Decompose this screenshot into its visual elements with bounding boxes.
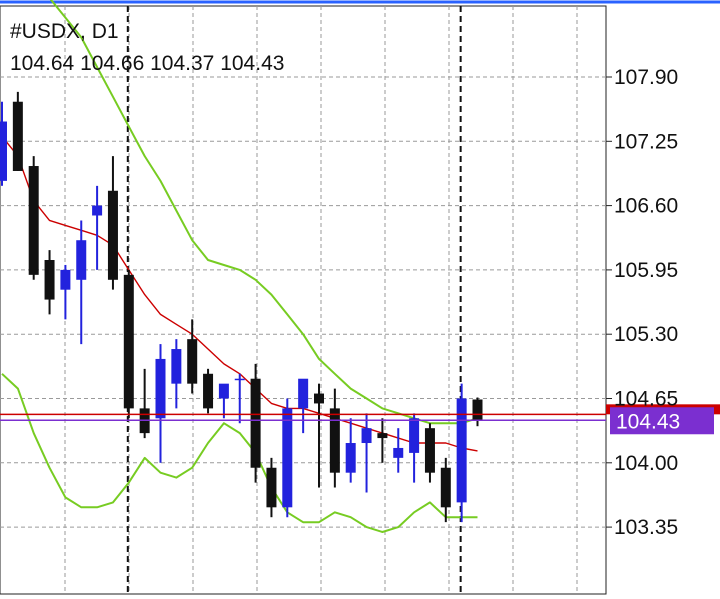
candle-body	[472, 399, 483, 421]
y-axis-tick-label: 104.00	[614, 452, 678, 475]
candle[interactable]	[92, 185, 103, 270]
candle[interactable]	[409, 413, 420, 483]
candle[interactable]	[472, 397, 483, 427]
candle-body	[329, 408, 340, 473]
candle-body	[28, 166, 39, 275]
y-axis-tick-label: 106.60	[614, 195, 678, 218]
candle[interactable]	[361, 413, 372, 493]
candle[interactable]	[424, 423, 435, 483]
candle[interactable]	[107, 156, 118, 290]
candle-body	[393, 447, 404, 458]
candle-body	[250, 378, 261, 468]
candle-body	[424, 428, 435, 473]
candle-body	[345, 443, 356, 473]
candle[interactable]	[171, 339, 182, 409]
candle-body	[123, 274, 134, 409]
candle[interactable]	[393, 428, 404, 473]
candle-body	[171, 349, 182, 384]
price-chart[interactable]: 107.90107.25106.60105.95105.30104.65104.…	[0, 0, 720, 599]
candle[interactable]	[155, 344, 166, 463]
candle-body	[298, 378, 309, 409]
candle-body	[234, 378, 245, 381]
y-axis-tick-label: 107.90	[614, 66, 678, 89]
current-price-badge: 104.43	[610, 407, 714, 435]
candle-body	[203, 373, 214, 409]
candle-body	[12, 101, 23, 171]
y-axis-tick-label: 105.95	[614, 259, 678, 282]
candle[interactable]	[314, 383, 324, 488]
candle-body	[282, 408, 293, 508]
candle[interactable]	[139, 368, 150, 439]
candle-body	[218, 383, 229, 399]
candle[interactable]	[12, 91, 23, 171]
candle-body	[361, 428, 372, 444]
candle[interactable]	[345, 418, 356, 483]
y-axis-tick-label: 103.35	[614, 516, 678, 539]
candle-body	[60, 269, 71, 290]
candle[interactable]	[0, 101, 7, 186]
candle-body	[107, 190, 118, 280]
candle-body	[409, 418, 420, 453]
candle[interactable]	[203, 368, 214, 414]
candle-body	[314, 393, 324, 404]
candle-body	[44, 260, 55, 300]
candle[interactable]	[298, 378, 309, 434]
symbol-timeframe-label: #USDX, D1	[10, 20, 119, 43]
candle[interactable]	[60, 264, 71, 320]
candle-body	[0, 121, 7, 181]
price-badge-label: 104.43	[616, 410, 680, 433]
candle[interactable]	[218, 383, 229, 419]
candle-body	[440, 467, 451, 508]
plot-frame	[0, 5, 607, 595]
candle[interactable]	[76, 220, 87, 345]
candle[interactable]	[123, 269, 134, 419]
candle[interactable]	[282, 398, 293, 518]
candle[interactable]	[187, 319, 198, 394]
candle[interactable]	[377, 418, 388, 463]
candle-body	[155, 358, 166, 419]
candle[interactable]	[44, 250, 55, 315]
ohlc-readout: 104.64 104.66 104.37 104.43	[10, 52, 285, 75]
candle-body	[377, 433, 388, 439]
candle-body	[266, 467, 277, 508]
y-axis-tick-label: 105.30	[614, 323, 678, 346]
candle-body	[92, 205, 103, 216]
candle[interactable]	[329, 388, 340, 488]
y-axis-tick-label: 104.65	[614, 388, 678, 411]
y-axis-tick-label: 107.25	[614, 130, 678, 153]
candle[interactable]	[234, 373, 245, 424]
candle-body	[187, 339, 198, 384]
candle[interactable]	[266, 457, 277, 518]
candle[interactable]	[28, 156, 39, 280]
candle[interactable]	[456, 383, 467, 523]
candle-body	[76, 240, 87, 280]
candle[interactable]	[250, 363, 261, 483]
